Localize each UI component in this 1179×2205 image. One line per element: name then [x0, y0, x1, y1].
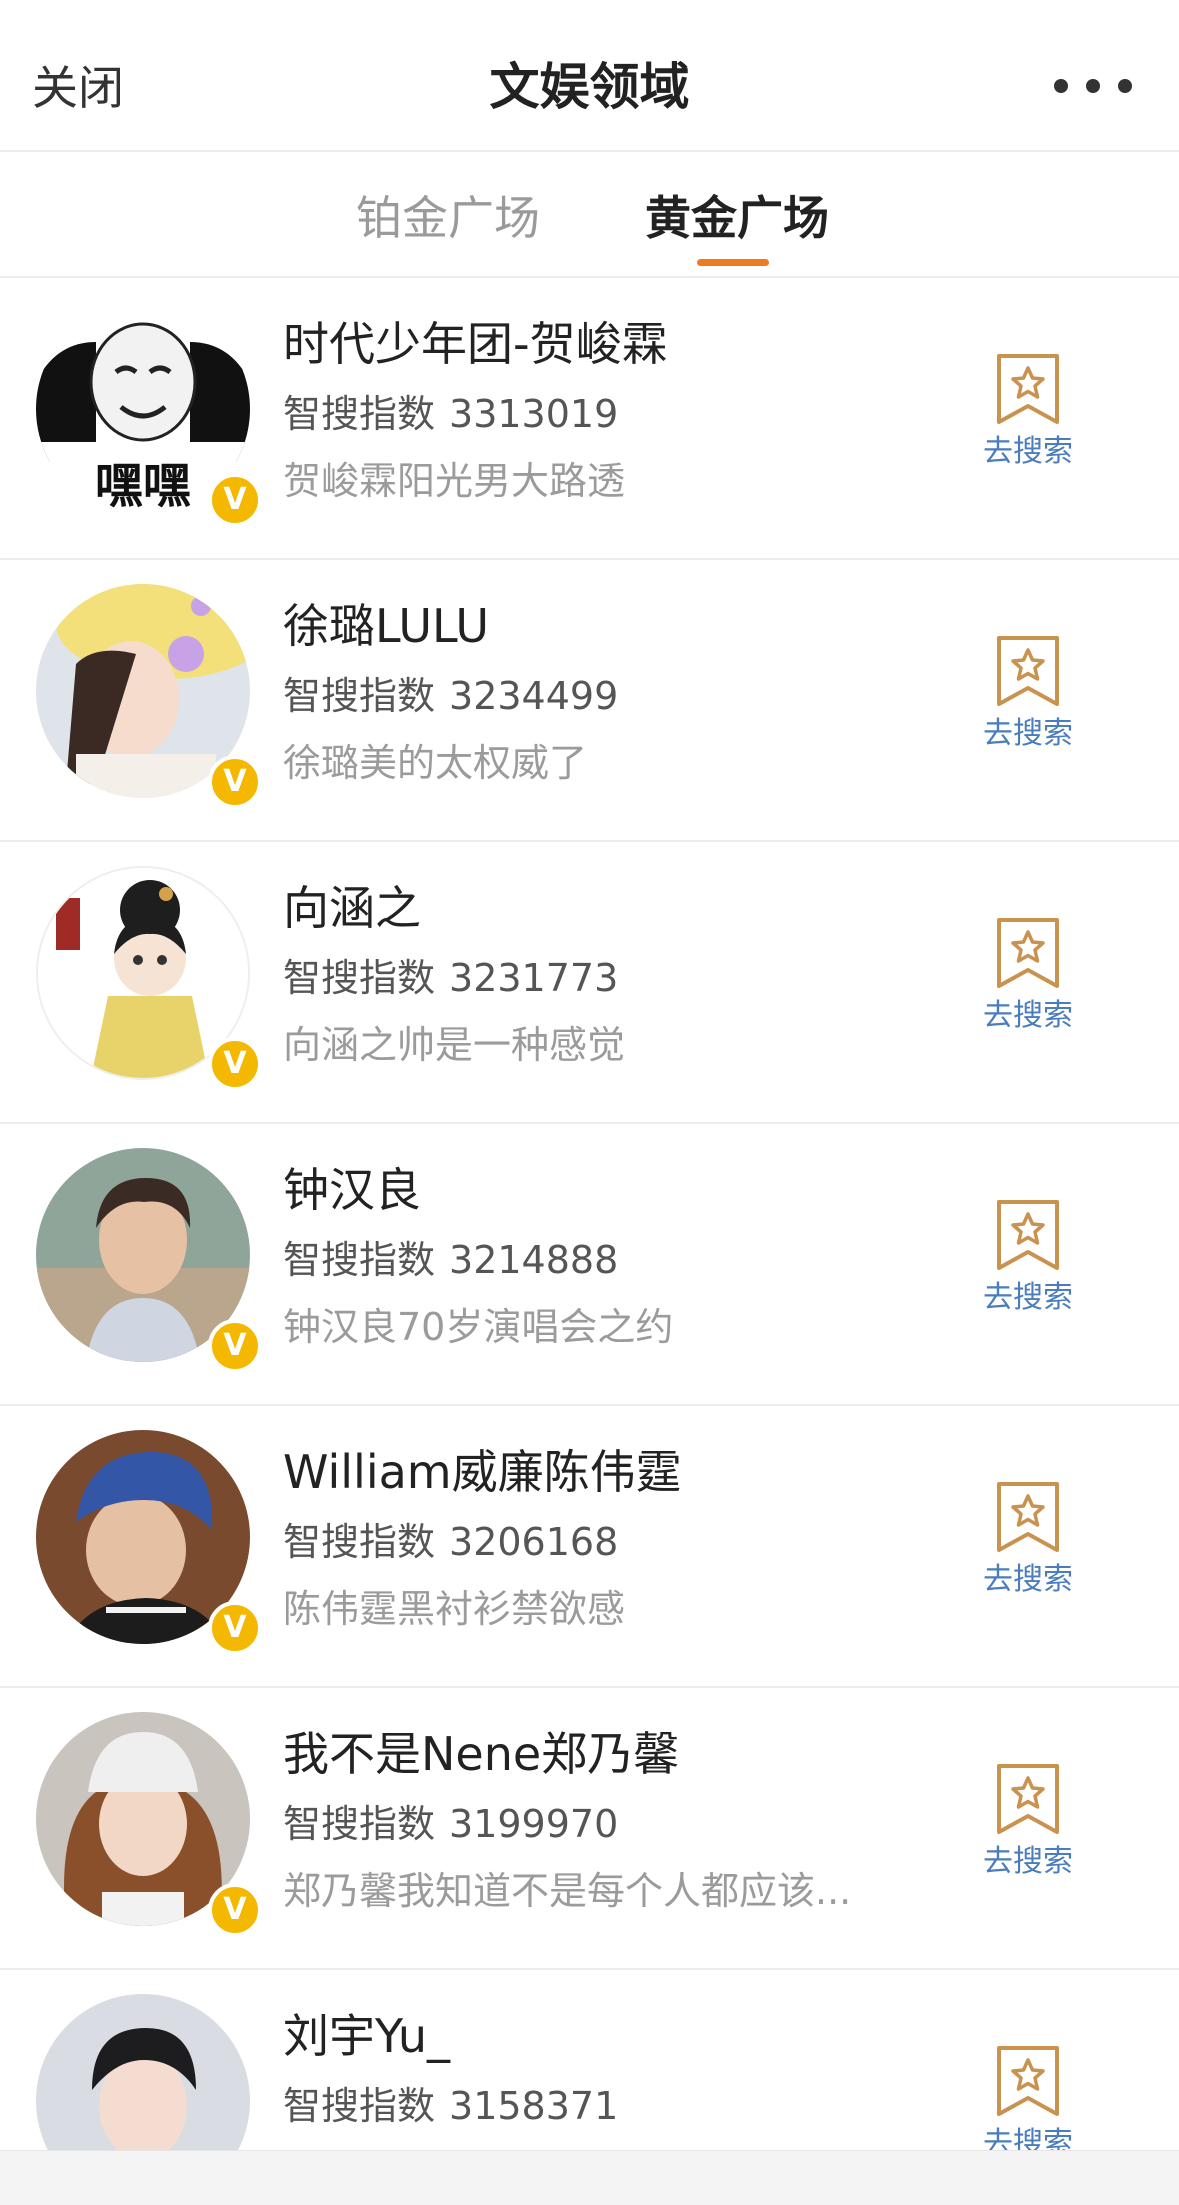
list-item[interactable]: 刘宇Yu_ 智搜指数 3158371 去搜索 — [0, 1970, 1179, 2150]
bookmark-star-icon — [997, 918, 1059, 988]
item-name: 时代少年团-贺峻霖 — [283, 317, 668, 371]
item-name: 钟汉良 — [283, 1163, 421, 1217]
go-search-label: 去搜索 — [983, 1562, 1073, 1597]
go-search-label: 去搜索 — [983, 2126, 1073, 2150]
bottom-safe-area — [0, 2150, 1179, 2205]
avatar-caption: 嘿嘿 — [95, 458, 191, 514]
search-index: 智搜指数 3313019 — [283, 389, 618, 439]
item-description: 钟汉良70岁演唱会之约 — [283, 1305, 674, 1349]
index-value: 3206168 — [449, 1520, 619, 1564]
index-label: 智搜指数 — [283, 1520, 436, 1564]
item-description: 徐璐美的太权威了 — [283, 741, 588, 785]
page-title: 文娱领域 — [489, 58, 690, 116]
go-search-label: 去搜索 — [983, 434, 1073, 469]
tab-gold-square[interactable]: 黄金广场 — [645, 188, 829, 248]
index-value: 3158371 — [449, 2084, 619, 2128]
bookmark-star-icon — [997, 1764, 1059, 1834]
search-index: 智搜指数 3199970 — [283, 1799, 618, 1849]
ranking-list[interactable]: 嘿嘿 V 时代少年团-贺峻霖 智搜指数 3313019 贺峻霖阳光男大路透 去搜索 — [0, 278, 1179, 2150]
search-index: 智搜指数 3158371 — [283, 2081, 618, 2131]
verified-badge-icon: V — [208, 1319, 262, 1373]
item-name: William威廉陈伟霆 — [283, 1445, 682, 1499]
list-item[interactable]: V William威廉陈伟霆 智搜指数 3206168 陈伟霆黑衬衫禁欲感 去搜索 — [0, 1406, 1179, 1688]
item-description: 陈伟霆黑衬衫禁欲感 — [283, 1587, 626, 1631]
go-search-button[interactable]: 去搜索 — [970, 916, 1086, 1046]
item-name: 我不是Nene郑乃馨 — [283, 1727, 680, 1781]
list-item[interactable]: V 徐璐LULU 智搜指数 3234499 徐璐美的太权威了 去搜索 — [0, 560, 1179, 842]
page: 关闭 文娱领域 铂金广场 黄金广场 嘿嘿 V 时代少年团-贺峻霖 智搜指数 33… — [0, 0, 1179, 2205]
go-search-label: 去搜索 — [983, 716, 1073, 751]
index-label: 智搜指数 — [283, 2084, 436, 2128]
tab-bar: 铂金广场 黄金广场 — [0, 152, 1179, 278]
item-description: 贺峻霖阳光男大路透 — [283, 459, 626, 503]
go-search-button[interactable]: 去搜索 — [970, 1198, 1086, 1328]
index-value: 3199970 — [449, 1802, 619, 1846]
index-label: 智搜指数 — [283, 1238, 436, 1282]
index-label: 智搜指数 — [283, 674, 436, 718]
verified-badge-icon: V — [208, 755, 262, 809]
index-value: 3214888 — [449, 1238, 619, 1282]
index-value: 3234499 — [449, 674, 619, 718]
search-index: 智搜指数 3231773 — [283, 953, 618, 1003]
tab-platinum-square[interactable]: 铂金广场 — [356, 188, 540, 248]
search-index: 智搜指数 3206168 — [283, 1517, 618, 1567]
avatar[interactable] — [36, 1994, 250, 2150]
item-description: 向涵之帅是一种感觉 — [283, 1023, 626, 1067]
close-button[interactable]: 关闭 — [32, 58, 124, 118]
verified-badge-icon: V — [208, 1601, 262, 1655]
active-tab-indicator — [697, 259, 769, 266]
item-name: 徐璐LULU — [283, 599, 490, 653]
list-item[interactable]: 嘿嘿 V 时代少年团-贺峻霖 智搜指数 3313019 贺峻霖阳光男大路透 去搜索 — [0, 278, 1179, 560]
bookmark-star-icon — [997, 1200, 1059, 1270]
person-photo-image — [36, 1994, 250, 2150]
bookmark-star-icon — [997, 2046, 1059, 2116]
index-value: 3313019 — [449, 392, 619, 436]
go-search-button[interactable]: 去搜索 — [970, 352, 1086, 482]
index-label: 智搜指数 — [283, 956, 436, 1000]
more-horizontal-icon[interactable] — [1043, 66, 1143, 106]
go-search-button[interactable]: 去搜索 — [970, 1480, 1086, 1610]
index-label: 智搜指数 — [283, 392, 436, 436]
item-name: 刘宇Yu_ — [283, 2009, 450, 2063]
search-index: 智搜指数 3214888 — [283, 1235, 618, 1285]
go-search-button[interactable]: 去搜索 — [970, 2044, 1086, 2150]
verified-badge-icon: V — [208, 1883, 262, 1937]
bookmark-star-icon — [997, 636, 1059, 706]
go-search-label: 去搜索 — [983, 1844, 1073, 1879]
list-item[interactable]: V 我不是Nene郑乃馨 智搜指数 3199970 郑乃馨我知道不是每个人都应该.… — [0, 1688, 1179, 1970]
verified-badge-icon: V — [208, 1037, 262, 1091]
go-search-button[interactable]: 去搜索 — [970, 1762, 1086, 1892]
index-label: 智搜指数 — [283, 1802, 436, 1846]
go-search-label: 去搜索 — [983, 1280, 1073, 1315]
go-search-button[interactable]: 去搜索 — [970, 634, 1086, 764]
list-item[interactable]: V 向涵之 智搜指数 3231773 向涵之帅是一种感觉 去搜索 — [0, 842, 1179, 1124]
bookmark-star-icon — [997, 354, 1059, 424]
go-search-label: 去搜索 — [983, 998, 1073, 1033]
list-item[interactable]: V 钟汉良 智搜指数 3214888 钟汉良70岁演唱会之约 去搜索 — [0, 1124, 1179, 1406]
search-index: 智搜指数 3234499 — [283, 671, 618, 721]
bookmark-star-icon — [997, 1482, 1059, 1552]
item-description: 郑乃馨我知道不是每个人都应该... — [283, 1869, 852, 1913]
index-value: 3231773 — [449, 956, 619, 1000]
verified-badge-icon: V — [208, 473, 262, 527]
top-bar: 关闭 文娱领域 — [0, 0, 1179, 152]
item-name: 向涵之 — [283, 881, 421, 935]
